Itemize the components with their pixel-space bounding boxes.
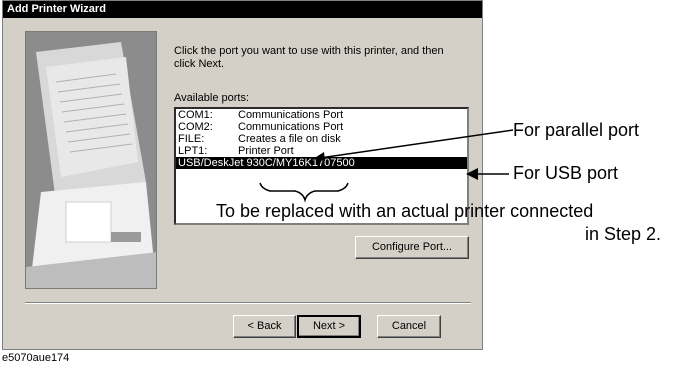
- figure-caption: e5070aue174: [2, 352, 70, 364]
- replace-annotation-line1: To be replaced with an actual printer co…: [216, 201, 594, 221]
- parallel-arrow-line: [312, 129, 514, 160]
- parallel-port-annotation: For parallel port: [513, 120, 640, 140]
- parallel-arrow-head: [313, 152, 325, 161]
- usb-port-annotation: For USB port: [513, 163, 619, 183]
- replace-annotation-line2: in Step 2.: [585, 224, 662, 244]
- brace: [259, 182, 349, 203]
- usb-arrow-head: [466, 168, 478, 180]
